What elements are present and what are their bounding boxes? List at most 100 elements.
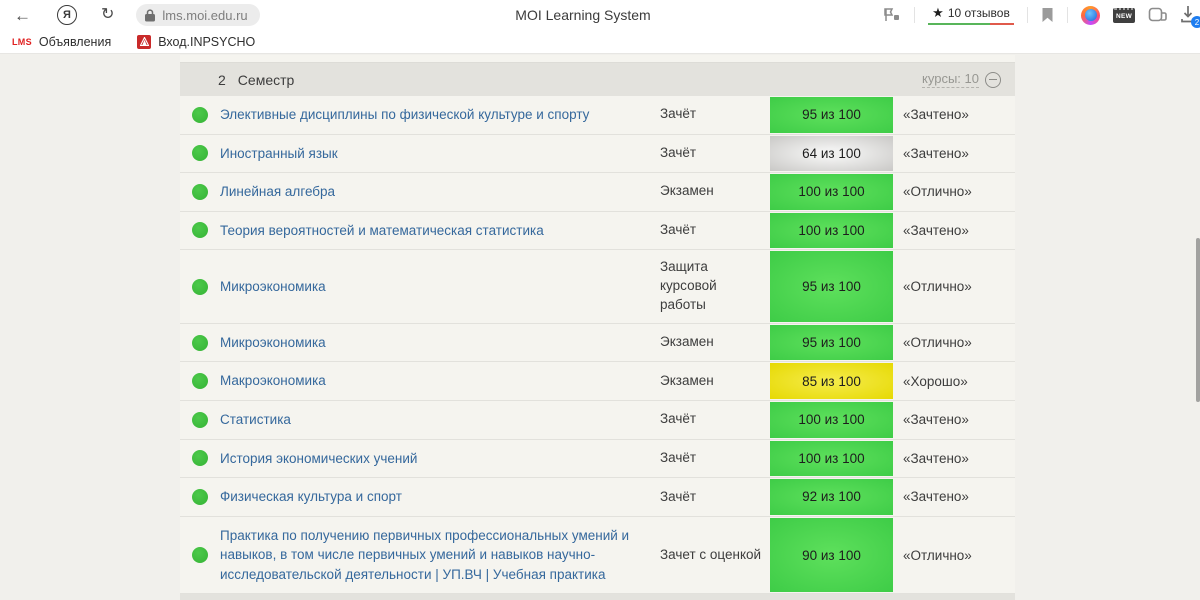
score-box: 92 из 100: [770, 479, 893, 515]
status-dot-icon: [192, 373, 208, 390]
score-box: 100 из 100: [770, 212, 893, 249]
course-name-cell: Статистика: [220, 401, 660, 439]
score-box: 95 из 100: [770, 324, 893, 361]
score-box: 100 из 100: [770, 174, 893, 210]
address-bar[interactable]: lms.moi.edu.ru: [136, 4, 260, 26]
status-dot-icon: [192, 183, 208, 200]
score-box: 85 из 100: [770, 363, 893, 400]
separator: [1027, 7, 1028, 23]
course-table-body: Элективные дисциплины по физической куль…: [180, 96, 1015, 595]
back-button[interactable]: ←: [14, 7, 31, 24]
grade-text: «Зачтено»: [903, 412, 969, 428]
grade-text: «Зачтено»: [903, 489, 969, 505]
status-dot-cell: [180, 373, 220, 390]
yandex-browser-icon[interactable]: Я: [57, 5, 77, 25]
course-row: Физическая культура и спорт Зачёт 92 из …: [180, 478, 1015, 517]
status-dot-icon: [192, 488, 208, 505]
course-link[interactable]: Линейная алгебра: [220, 184, 335, 199]
course-name-cell: Элективные дисциплины по физической куль…: [220, 96, 660, 134]
control-type: Экзамен: [660, 334, 714, 350]
status-dot-cell: [180, 183, 220, 200]
grade-text: «Зачтено»: [903, 450, 969, 466]
course-row: Макроэкономика Экзамен 85 из 100 «Хорошо…: [180, 362, 1015, 402]
course-name-cell: Теория вероятностей и математическая ста…: [220, 212, 660, 250]
course-link[interactable]: Иностранный язык: [220, 146, 338, 161]
protect-panel-icon[interactable]: [883, 7, 901, 23]
grade-text: «Хорошо»: [903, 373, 968, 389]
bookmark-label: Объявления: [38, 34, 112, 49]
status-dot-cell: [180, 450, 220, 467]
lms-favicon: LMS: [12, 36, 32, 47]
separator: [1067, 7, 1068, 23]
grade-text: «Отлично»: [903, 279, 972, 295]
course-link[interactable]: Статистика: [220, 412, 291, 427]
collapse-icon[interactable]: [985, 71, 1001, 88]
score-cell: 100 из 100: [770, 173, 893, 211]
reviews-rating-bar: [928, 22, 1014, 26]
grade-text: «Зачтено»: [903, 145, 969, 161]
score-cell: 95 из 100: [770, 324, 893, 362]
status-dot-icon: [192, 222, 208, 239]
course-name-cell: Линейная алгебра: [220, 173, 660, 211]
course-name-cell: Физическая культура и спорт: [220, 478, 660, 516]
status-dot-cell: [180, 278, 220, 295]
page-title: MOI Learning System: [515, 7, 651, 23]
score-cell: 100 из 100: [770, 401, 893, 439]
course-link[interactable]: Микроэкономика: [220, 335, 326, 350]
course-link[interactable]: Элективные дисциплины по физической куль…: [220, 107, 589, 122]
status-dot-cell: [180, 334, 220, 351]
course-link[interactable]: Макроэкономика: [220, 373, 326, 388]
score-box: 95 из 100: [770, 251, 893, 322]
status-dot-icon: [192, 145, 208, 162]
score-cell: 64 из 100: [770, 135, 893, 173]
score-box: 100 из 100: [770, 402, 893, 438]
extension-color-circle-icon[interactable]: [1081, 5, 1100, 25]
status-dot-icon: [192, 450, 208, 467]
status-dot-icon: [192, 278, 208, 295]
course-link[interactable]: Микроэкономика: [220, 279, 326, 294]
status-dot-icon: [192, 547, 208, 564]
previous-row-sliver: [180, 55, 1015, 63]
score-cell: 92 из 100: [770, 478, 893, 516]
score-box: 100 из 100: [770, 440, 893, 477]
control-type: Зачёт: [660, 222, 697, 238]
course-link[interactable]: Практика по получению первичных професси…: [220, 528, 629, 582]
control-type: Зачёт: [660, 411, 697, 427]
browser-toolbar: ← Я ↻ lms.moi.edu.ru MOI Learning System…: [0, 0, 1200, 30]
bookmark-icon[interactable]: [1041, 7, 1054, 23]
score-box: 90 из 100: [770, 517, 893, 593]
control-type: Зачёт: [660, 449, 697, 465]
course-row: История экономических учений Зачёт 100 и…: [180, 439, 1015, 479]
status-dot-cell: [180, 488, 220, 505]
score-box: 95 из 100: [770, 97, 893, 133]
reviews-button[interactable]: ★ 10 отзывов: [928, 5, 1014, 26]
status-dot-cell: [180, 222, 220, 239]
bookmark-announcements[interactable]: LMS Объявления: [12, 35, 111, 49]
downloads-badge: 2: [1191, 16, 1200, 28]
course-row: Линейная алгебра Экзамен 100 из 100 «Отл…: [180, 173, 1015, 212]
course-link[interactable]: Теория вероятностей и математическая ста…: [220, 223, 544, 238]
course-link[interactable]: Физическая культура и спорт: [220, 489, 402, 504]
score-cell: 95 из 100: [770, 96, 893, 134]
star-icon: ★: [932, 4, 944, 20]
refresh-button[interactable]: ↻: [101, 7, 114, 23]
course-link[interactable]: История экономических учений: [220, 451, 417, 466]
status-dot-cell: [180, 411, 220, 428]
semester-2-header: 2 Семестр курсы: 10: [180, 63, 1015, 96]
extension-new-icon[interactable]: NEW: [1113, 7, 1135, 23]
semester-title: Семестр: [237, 71, 295, 88]
bookmark-label: Вход.INPSYCHO: [158, 34, 256, 49]
semester-grades-panel: 2 Семестр курсы: 10 Элективные дисциплин…: [180, 55, 1015, 600]
control-type: Зачёт: [660, 144, 697, 160]
status-dot-cell: [180, 547, 220, 564]
bookmark-inpsycho[interactable]: Вход.INPSYCHO: [137, 34, 256, 49]
course-name-cell: История экономических учений: [220, 440, 660, 478]
courses-count-link[interactable]: курсы: 10: [922, 71, 979, 88]
course-row: Статистика Зачёт 100 из 100 «Зачтено»: [180, 401, 1015, 440]
course-row: Элективные дисциплины по физической куль…: [180, 96, 1015, 135]
control-type: Экзамен: [660, 183, 714, 199]
tab-groups-icon[interactable]: [1148, 7, 1167, 24]
scrollbar-thumb[interactable]: [1196, 238, 1200, 402]
control-type: Защита курсовой работы: [660, 259, 717, 313]
downloads-button[interactable]: 2: [1180, 5, 1200, 28]
